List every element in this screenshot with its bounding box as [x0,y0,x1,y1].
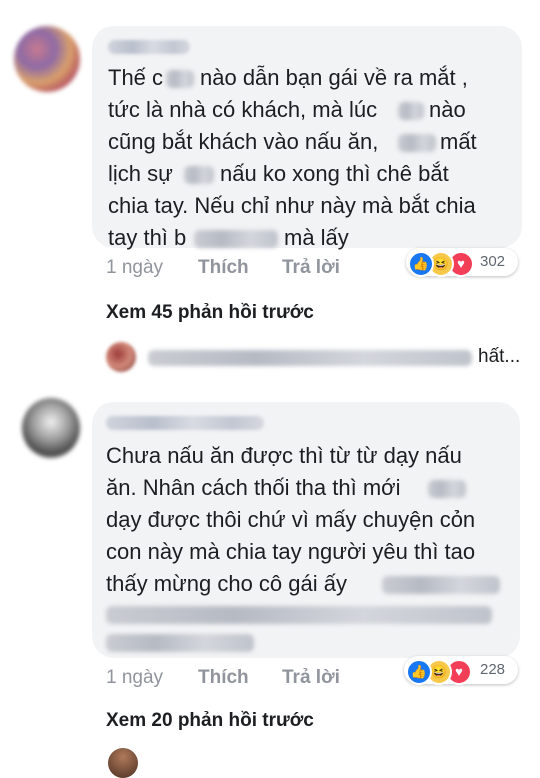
redacted-text [428,480,466,498]
redacted-text [184,166,214,184]
comment-text-line: nấu ko xong thì chê bắt [220,161,449,186]
redacted-text [106,634,254,652]
reply-link[interactable]: Trả lời [282,256,340,280]
like-icon: 👍 [408,251,434,277]
redacted-text [148,350,472,366]
commenter-avatar[interactable] [14,26,80,92]
comment-actions: 1 ngày Thích Trả lời [106,256,366,280]
redacted-text [398,134,436,152]
reaction-summary[interactable]: 👍 😆 ♥ 302 [406,248,518,277]
comment-text-line: nào [429,97,466,122]
comment-actions: 1 ngày Thích Trả lời [106,666,366,690]
like-icon: 👍 [406,659,432,685]
comment-text-line: ăn. Nhân cách thối tha thì mới [106,475,401,500]
comment-author-name[interactable] [108,40,190,54]
comment-text-line: lịch sự [108,161,173,186]
reaction-count: 302 [480,253,506,270]
redacted-text [166,70,194,88]
reaction-summary[interactable]: 👍 😆 ♥ 228 [404,656,518,685]
reply-link[interactable]: Trả lời [282,666,340,690]
comment-text-line: mất [440,129,477,154]
reaction-count: 228 [480,661,506,678]
comment-text-line: tay thì b [108,225,187,250]
comment-text-line: Thế c [108,65,164,90]
commenter-avatar[interactable] [22,398,80,458]
redacted-text [106,606,492,624]
like-link[interactable]: Thích [198,256,249,280]
reply-avatar[interactable] [108,748,138,778]
comment-text-line: cũng bắt khách vào nấu ăn, [108,129,379,154]
comment-text-line: con này mà chia tay người yêu thì tao [106,539,476,564]
comment-text-line: Chưa nấu ăn được thì từ từ dạy nấu [106,443,462,468]
comment-text-line: tức là nhà có khách, mà lúc [108,97,378,122]
comment-text-line: thấy mừng cho cô gái ấy [106,571,347,596]
redacted-text [398,102,424,120]
redacted-text [382,576,500,594]
comment-text-line: dạy được thôi chứ vì mấy chuyện cỏn [106,507,476,532]
comment-author-name[interactable] [106,416,264,430]
like-link[interactable]: Thích [198,666,249,690]
collapsed-reply-snippet: hất... [478,346,521,367]
collapsed-reply[interactable]: hất... [106,340,526,380]
comment-text-line: chia tay. Nếu chỉ như này mà bắt chia [108,193,476,218]
view-previous-replies-link[interactable]: Xem 20 phản hồi trước [106,710,314,732]
reply-avatar [106,342,136,372]
comment-timestamp[interactable]: 1 ngày [106,256,163,280]
view-previous-replies-link[interactable]: Xem 45 phản hồi trước [106,302,314,324]
comment-timestamp[interactable]: 1 ngày [106,666,163,690]
comment-text-line: nào dẫn bạn gái về ra mắt , [200,65,468,90]
redacted-text [194,230,278,248]
comment-text-line: mà lấy [284,225,349,250]
